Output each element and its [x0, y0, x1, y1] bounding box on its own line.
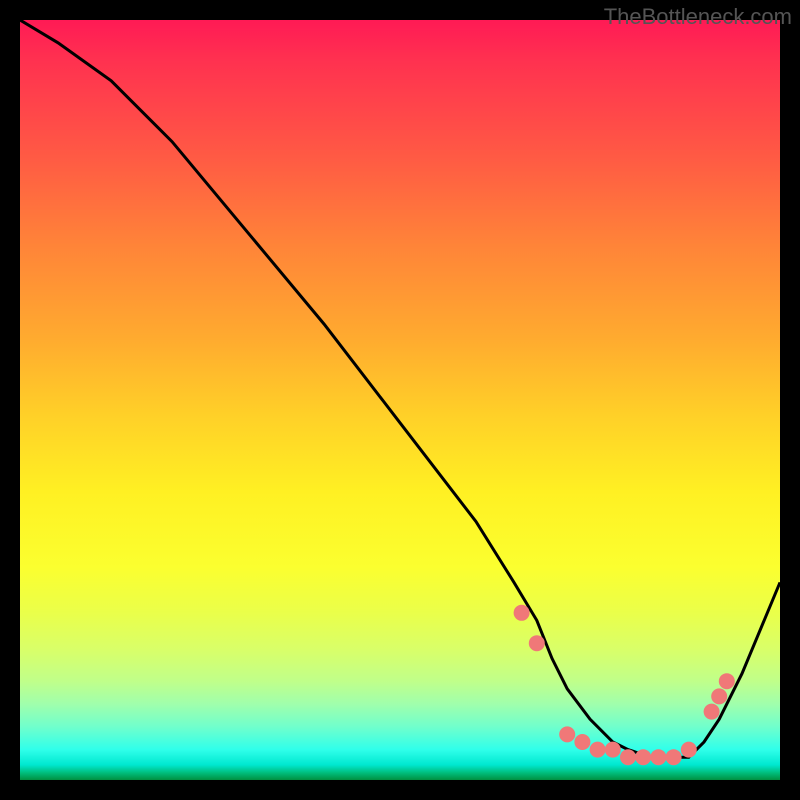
bottleneck-curve [20, 20, 780, 757]
marker-dot [650, 749, 666, 765]
watermark-text: TheBottleneck.com [604, 4, 792, 30]
marker-dot [620, 749, 636, 765]
marker-dot [704, 704, 720, 720]
marker-dot [719, 673, 735, 689]
marker-dot [559, 726, 575, 742]
marker-dot [666, 749, 682, 765]
marker-dot [574, 734, 590, 750]
marker-dot [590, 742, 606, 758]
marker-dot [529, 635, 545, 651]
marker-dot [635, 749, 651, 765]
marker-group [514, 605, 735, 765]
chart-plot-area [20, 20, 780, 780]
marker-dot [514, 605, 530, 621]
marker-dot [711, 688, 727, 704]
chart-svg [20, 20, 780, 780]
marker-dot [605, 742, 621, 758]
marker-dot [681, 742, 697, 758]
